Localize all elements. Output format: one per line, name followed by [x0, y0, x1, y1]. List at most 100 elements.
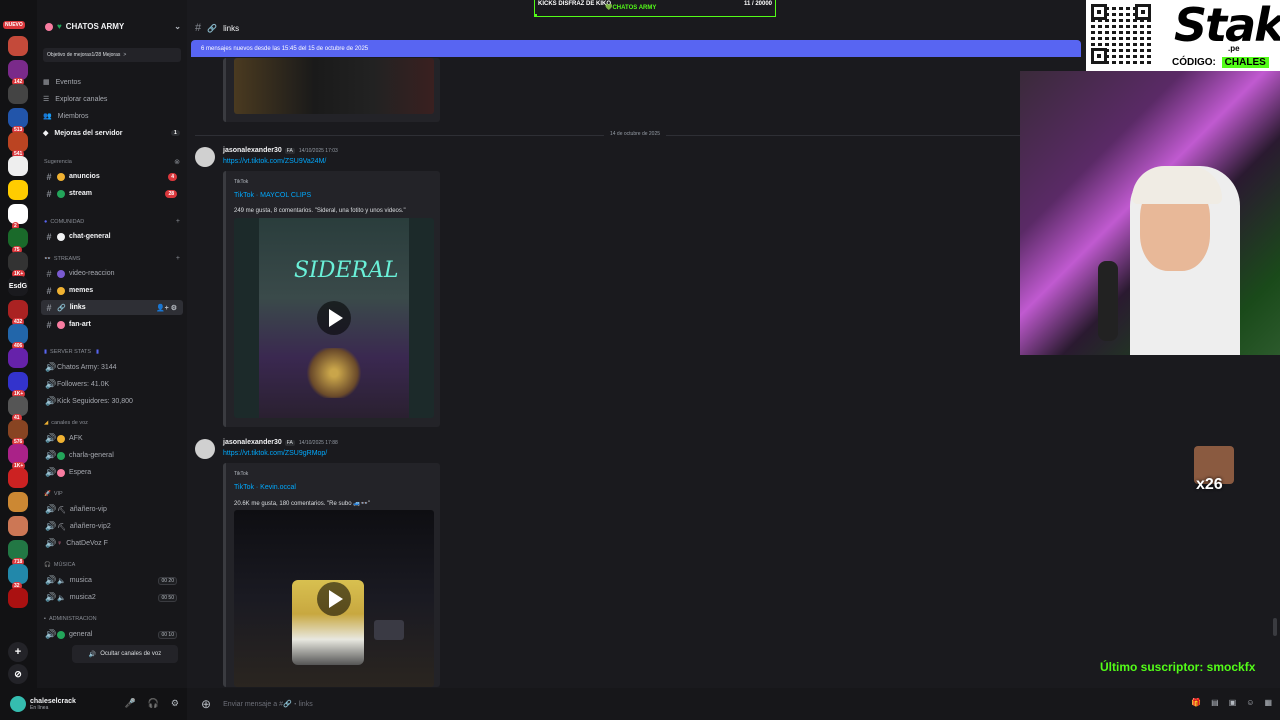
- server-header[interactable]: ♥ CHATOS ARMY ⌄: [45, 22, 181, 31]
- close-icon[interactable]: ⊗: [174, 158, 180, 166]
- message-link[interactable]: https://vt.tiktok.com/ZSU9gRMop/: [223, 450, 327, 457]
- channel-anuncios[interactable]: # anuncios 4: [41, 169, 183, 184]
- kick-goal-bar: KICKS DISFRAZ DE KIKO 💚CHATOS ARMY 11 / …: [534, 0, 776, 17]
- headphones-icon[interactable]: 🎧: [148, 698, 159, 709]
- category-vip[interactable]: 🚀 VIP: [44, 491, 180, 497]
- voice-musica2[interactable]: 🔊 🔈 musica2 00 50: [41, 590, 183, 605]
- channel-links[interactable]: # 🔗 links 👤+ ⚙: [41, 300, 183, 315]
- message-input[interactable]: Enviar mensaje a #🔗・links: [223, 699, 313, 709]
- server-icon[interactable]: 432: [8, 300, 28, 326]
- play-icon[interactable]: [317, 581, 351, 616]
- server-icon[interactable]: [8, 156, 28, 176]
- microphone-icon[interactable]: 🎤: [124, 698, 135, 709]
- channel-stream[interactable]: # stream 28: [41, 186, 183, 201]
- author-name[interactable]: jasonalexander30: [223, 439, 282, 446]
- channel-memes[interactable]: # memes: [41, 283, 183, 298]
- channel-emoji-icon: [57, 189, 65, 198]
- server-icon[interactable]: EsdG: [8, 276, 28, 296]
- channel-settings-icons[interactable]: 👤+ ⚙: [156, 304, 177, 312]
- add-attachment-icon[interactable]: ⊕: [201, 697, 211, 711]
- voice-charla-general[interactable]: 🔊 charla-general: [41, 448, 183, 463]
- channel-fan-art[interactable]: # fan-art: [41, 317, 183, 332]
- server-icon[interactable]: 718: [8, 540, 28, 566]
- link-icon: 🔗: [207, 23, 218, 33]
- server-icon[interactable]: [8, 468, 28, 488]
- apps-icon[interactable]: ▦: [1264, 698, 1272, 707]
- server-icon[interactable]: [8, 36, 28, 56]
- hide-voice-channels-button[interactable]: 🔊 Ocultar canales de voz: [72, 645, 178, 663]
- nav-server-boosts[interactable]: ◆ Mejoras del servidor 1: [43, 129, 180, 137]
- video-thumbnail[interactable]: [234, 510, 434, 687]
- video-thumbnail[interactable]: SIDERAL: [234, 218, 434, 418]
- add-server-icon[interactable]: +: [8, 642, 28, 662]
- category-comunidad[interactable]: ● COMUNIDAD +: [44, 218, 180, 225]
- server-icon[interactable]: [8, 492, 28, 512]
- promo-code-value: CHALES: [1221, 57, 1269, 68]
- server-icon[interactable]: 406: [8, 324, 28, 350]
- voice-afk[interactable]: 🔊 AFK: [41, 431, 183, 446]
- avatar[interactable]: [195, 147, 215, 167]
- server-icon[interactable]: [8, 348, 28, 368]
- category-streams[interactable]: 👓 STREAMS +: [44, 255, 180, 262]
- voice-stat-followers[interactable]: 🔊 Followers: 41.0K: [41, 377, 183, 392]
- category-musica[interactable]: 🎧 MÚSICA: [44, 562, 180, 568]
- server-icon[interactable]: 513: [8, 108, 28, 134]
- embed-provider[interactable]: TikTok: [234, 179, 248, 185]
- category-label: COMUNIDAD: [50, 218, 85, 225]
- category-voz[interactable]: ◢ canales de voz: [44, 420, 180, 426]
- voice-chatdevoz-f[interactable]: 🔊 ♀ ChatDeVoz F: [41, 536, 183, 551]
- previous-video-thumbnail[interactable]: [234, 58, 434, 114]
- server-icon[interactable]: 32: [8, 564, 28, 590]
- server-icon[interactable]: 142: [8, 60, 28, 86]
- boost-goal[interactable]: Objetivo de mejoras 1/28 Mejoras >: [43, 48, 181, 62]
- add-channel-icon[interactable]: +: [176, 255, 180, 262]
- nav-label: Mejoras del servidor: [54, 129, 123, 137]
- voice-vip2[interactable]: 🔊 ⛏ añañero-vip2: [41, 519, 183, 534]
- server-icon[interactable]: 576: [8, 420, 28, 446]
- voice-stat-members[interactable]: 🔊 Chatos Army: 3144: [41, 360, 183, 375]
- server-icon[interactable]: [8, 84, 28, 104]
- message-link[interactable]: https://vt.tiktok.com/ZSU9Va24M/: [223, 158, 326, 165]
- gear-icon[interactable]: ⚙: [171, 698, 179, 709]
- embed-provider[interactable]: TikTok: [234, 471, 248, 477]
- category-server-stats[interactable]: ▮ SERVER STATS ▮: [44, 349, 180, 355]
- author-name[interactable]: jasonalexander30: [223, 147, 282, 154]
- server-icon[interactable]: [8, 588, 28, 608]
- voice-stat-kick[interactable]: 🔊 Kick Seguidores: 30,800: [41, 394, 183, 409]
- category-suggestion[interactable]: Sugerencia ⊗: [44, 158, 180, 166]
- previous-embed: [223, 58, 440, 122]
- channel-chat-general[interactable]: # chat-general: [41, 229, 183, 244]
- category-label: canales de voz: [51, 420, 88, 426]
- nav-browse-channels[interactable]: ☰ Explorar canales: [43, 95, 107, 104]
- nav-members[interactable]: 👥 Miembros: [43, 112, 88, 121]
- add-channel-icon[interactable]: +: [176, 218, 180, 225]
- voice-espera[interactable]: 🔊 Espera: [41, 465, 183, 480]
- server-icon[interactable]: 41: [8, 396, 28, 422]
- embed-title[interactable]: TikTok · MAYCOL CLIPS: [234, 192, 311, 199]
- server-icon[interactable]: [8, 180, 28, 200]
- server-icon[interactable]: 541: [8, 132, 28, 158]
- embed-title[interactable]: TikTok · Kevin.occal: [234, 484, 296, 491]
- gift-icon[interactable]: 🎁: [1191, 698, 1201, 707]
- server-icon[interactable]: 2: [8, 204, 28, 230]
- emoji-icon[interactable]: ☺: [1246, 698, 1254, 707]
- category-admin[interactable]: ▪ ADMINISTRACION: [44, 616, 180, 622]
- avatar[interactable]: [10, 696, 26, 712]
- discover-icon[interactable]: ⊘: [8, 664, 28, 684]
- voice-vip[interactable]: 🔊 ⛏ añañero-vip: [41, 502, 183, 517]
- server-icon[interactable]: 75: [8, 228, 28, 254]
- server-icon[interactable]: 1K+: [8, 444, 28, 470]
- channel-video-reaccion[interactable]: # video-reaccion: [41, 266, 183, 281]
- nav-events[interactable]: ▦ Eventos: [43, 78, 81, 87]
- scrollbar[interactable]: [1273, 618, 1277, 636]
- server-icon[interactable]: 1K+: [8, 252, 28, 278]
- gif-icon[interactable]: ▤: [1211, 698, 1219, 707]
- sticker-icon[interactable]: ▣: [1229, 698, 1237, 707]
- voice-musica[interactable]: 🔊 🔈 musica 00 20: [41, 573, 183, 588]
- play-icon[interactable]: [317, 301, 351, 335]
- server-icon[interactable]: 1K+: [8, 372, 28, 398]
- avatar[interactable]: [195, 439, 215, 459]
- voice-general[interactable]: 🔊 general 00 10: [41, 627, 183, 642]
- new-messages-bar[interactable]: 6 mensajes nuevos desde las 15:45 del 15…: [191, 40, 1081, 57]
- server-icon[interactable]: [8, 516, 28, 536]
